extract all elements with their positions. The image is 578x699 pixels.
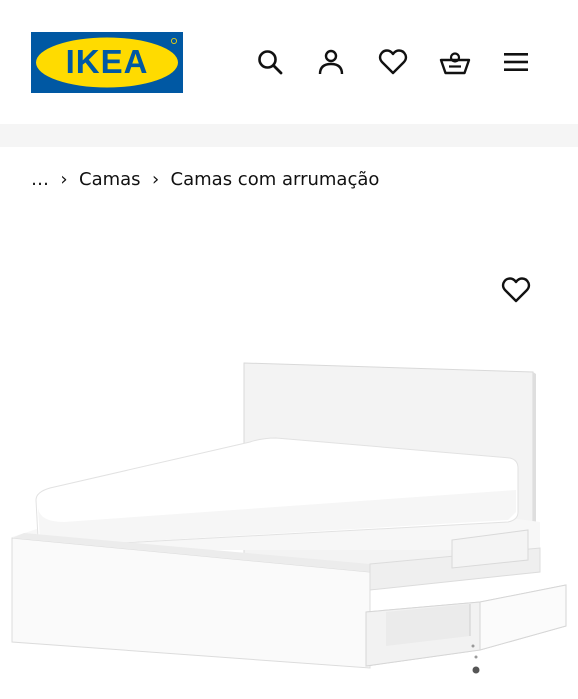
breadcrumb-ellipsis[interactable]: … — [31, 169, 49, 190]
favorites-button[interactable] — [373, 42, 413, 82]
ikea-logo[interactable]: IKEA — [31, 32, 183, 93]
breadcrumb-item-camas-com-arrumacao[interactable]: Camas com arrumação — [171, 169, 380, 190]
search-button[interactable] — [250, 42, 290, 82]
site-header: IKEA — [0, 0, 578, 124]
heart-icon — [378, 48, 408, 76]
product-image[interactable] — [0, 350, 578, 699]
chevron-right-icon: › — [151, 168, 160, 190]
shopping-basket-icon — [439, 48, 471, 76]
svg-text:IKEA: IKEA — [66, 43, 149, 80]
promo-strip — [0, 124, 578, 147]
user-icon — [317, 48, 345, 76]
add-to-favorites-button[interactable] — [496, 272, 536, 312]
menu-button[interactable] — [496, 42, 536, 82]
menu-icon — [502, 50, 530, 74]
search-icon — [256, 48, 284, 76]
account-button[interactable] — [311, 42, 351, 82]
breadcrumb-item-camas[interactable]: Camas — [79, 169, 141, 190]
chevron-right-icon: › — [60, 168, 68, 190]
breadcrumb: … › Camas › Camas com arrumação — [31, 166, 379, 192]
heart-icon — [501, 276, 531, 308]
basket-button[interactable] — [435, 42, 475, 82]
